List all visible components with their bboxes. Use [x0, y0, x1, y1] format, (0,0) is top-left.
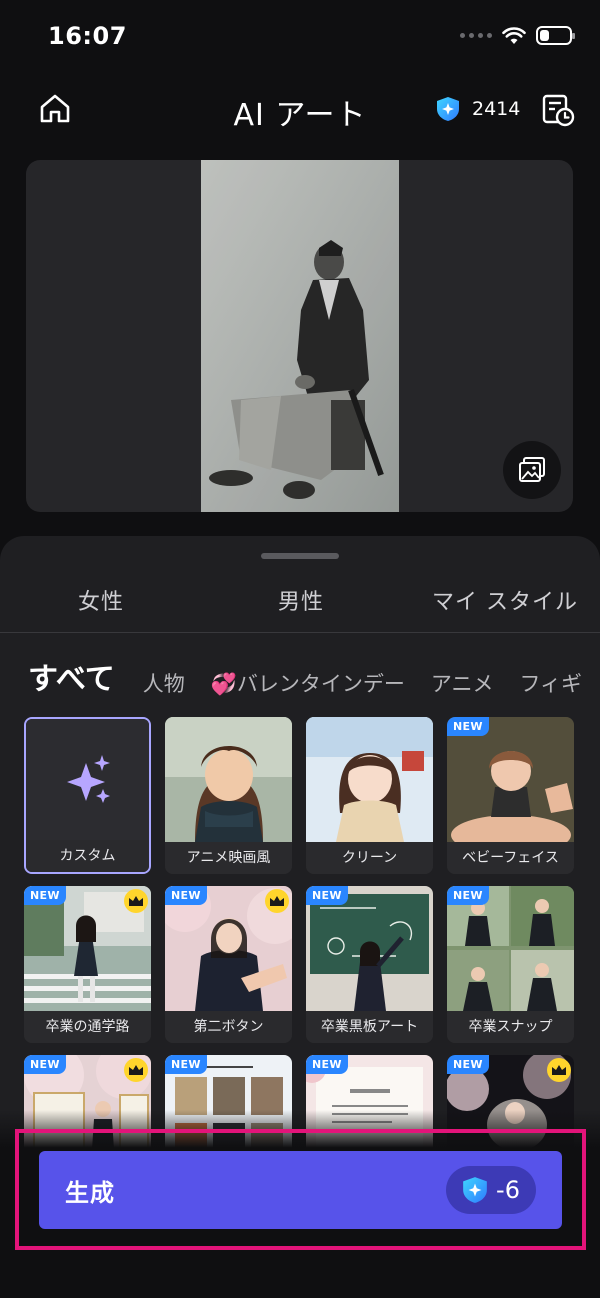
- preview-card: [26, 160, 573, 512]
- uploaded-photo[interactable]: [201, 160, 399, 512]
- tabs-divider: [0, 632, 600, 633]
- new-badge: NEW: [306, 886, 348, 905]
- tab-my-style[interactable]: マイ スタイル: [432, 584, 578, 616]
- style-label: アニメ映画風: [165, 842, 292, 874]
- wifi-icon: [502, 26, 526, 44]
- new-badge: NEW: [24, 1055, 66, 1074]
- style-thumb: [165, 717, 292, 842]
- signal-dots-icon: [460, 33, 492, 38]
- crown-icon: [265, 889, 289, 913]
- style-card-clean[interactable]: クリーン: [306, 717, 433, 874]
- change-photo-button[interactable]: [503, 441, 561, 499]
- category-figure[interactable]: フィギ: [519, 668, 582, 698]
- style-label: 第二ボタン: [165, 1011, 292, 1043]
- crown-icon: [124, 1058, 148, 1082]
- home-icon: [40, 94, 70, 123]
- style-card-graduation-street[interactable]: NEW 卒業の通学路: [24, 886, 151, 1043]
- history-button[interactable]: [540, 92, 576, 128]
- style-card-graduation-chalkboard[interactable]: NEW 卒業黒板アート: [306, 886, 433, 1043]
- new-badge: NEW: [165, 886, 207, 905]
- crown-icon: [547, 1058, 571, 1082]
- style-label: 卒業スナップ: [447, 1011, 574, 1043]
- new-badge: NEW: [24, 886, 66, 905]
- generate-highlight-frame: 生成 -6: [15, 1129, 586, 1250]
- category-all[interactable]: すべて: [28, 654, 115, 698]
- home-button[interactable]: [38, 92, 72, 126]
- gender-tabs: 女性 男性 マイ スタイル: [0, 584, 600, 634]
- generate-label: 生成: [65, 1179, 115, 1207]
- status-icons: [460, 26, 575, 45]
- style-thumb: [306, 717, 433, 842]
- status-bar: 16:07: [0, 0, 600, 78]
- tab-female[interactable]: 女性: [78, 584, 124, 616]
- style-card-second-button[interactable]: NEW 第二ボタン: [165, 886, 292, 1043]
- new-badge: NEW: [447, 717, 489, 736]
- status-time: 16:07: [48, 22, 127, 50]
- new-badge: NEW: [306, 1055, 348, 1074]
- cost-value: -6: [496, 1176, 520, 1204]
- custom-thumb: [26, 719, 149, 844]
- category-valentine[interactable]: 💞バレンタインデー: [211, 668, 405, 698]
- category-people[interactable]: 人物: [143, 668, 185, 698]
- style-card-custom[interactable]: カスタム: [24, 717, 151, 874]
- style-label: カスタム: [26, 840, 149, 872]
- new-badge: NEW: [447, 886, 489, 905]
- history-icon: [542, 94, 575, 127]
- generate-button[interactable]: 生成 -6: [39, 1151, 562, 1229]
- sheet-handle[interactable]: [261, 553, 339, 559]
- category-tabs: すべて 人物 💞バレンタインデー アニメ フィギ: [28, 654, 600, 698]
- credit-count: 2414: [472, 98, 521, 120]
- battery-icon: [536, 26, 575, 45]
- style-label: ベビーフェイス: [447, 842, 574, 874]
- new-badge: NEW: [165, 1055, 207, 1074]
- style-card-anime-movie[interactable]: アニメ映画風: [165, 717, 292, 874]
- credit-shield-icon: [437, 97, 459, 121]
- crown-icon: [124, 889, 148, 913]
- style-label: 卒業黒板アート: [306, 1011, 433, 1043]
- cost-pill: -6: [446, 1166, 536, 1214]
- category-anime[interactable]: アニメ: [431, 668, 494, 698]
- credit-balance[interactable]: 2414: [436, 96, 520, 122]
- credit-shield-icon: [463, 1177, 487, 1203]
- tab-male[interactable]: 男性: [278, 584, 324, 616]
- style-card-graduation-snap[interactable]: NEW 卒業スナップ: [447, 886, 574, 1043]
- style-card-baby-face[interactable]: NEW ベビーフェイス: [447, 717, 574, 874]
- new-badge: NEW: [447, 1055, 489, 1074]
- gallery-icon: [519, 457, 545, 482]
- style-label: クリーン: [306, 842, 433, 874]
- style-label: 卒業の通学路: [24, 1011, 151, 1043]
- sparkle-icon: [67, 755, 110, 803]
- top-app-bar: AI アート 2414: [0, 78, 600, 142]
